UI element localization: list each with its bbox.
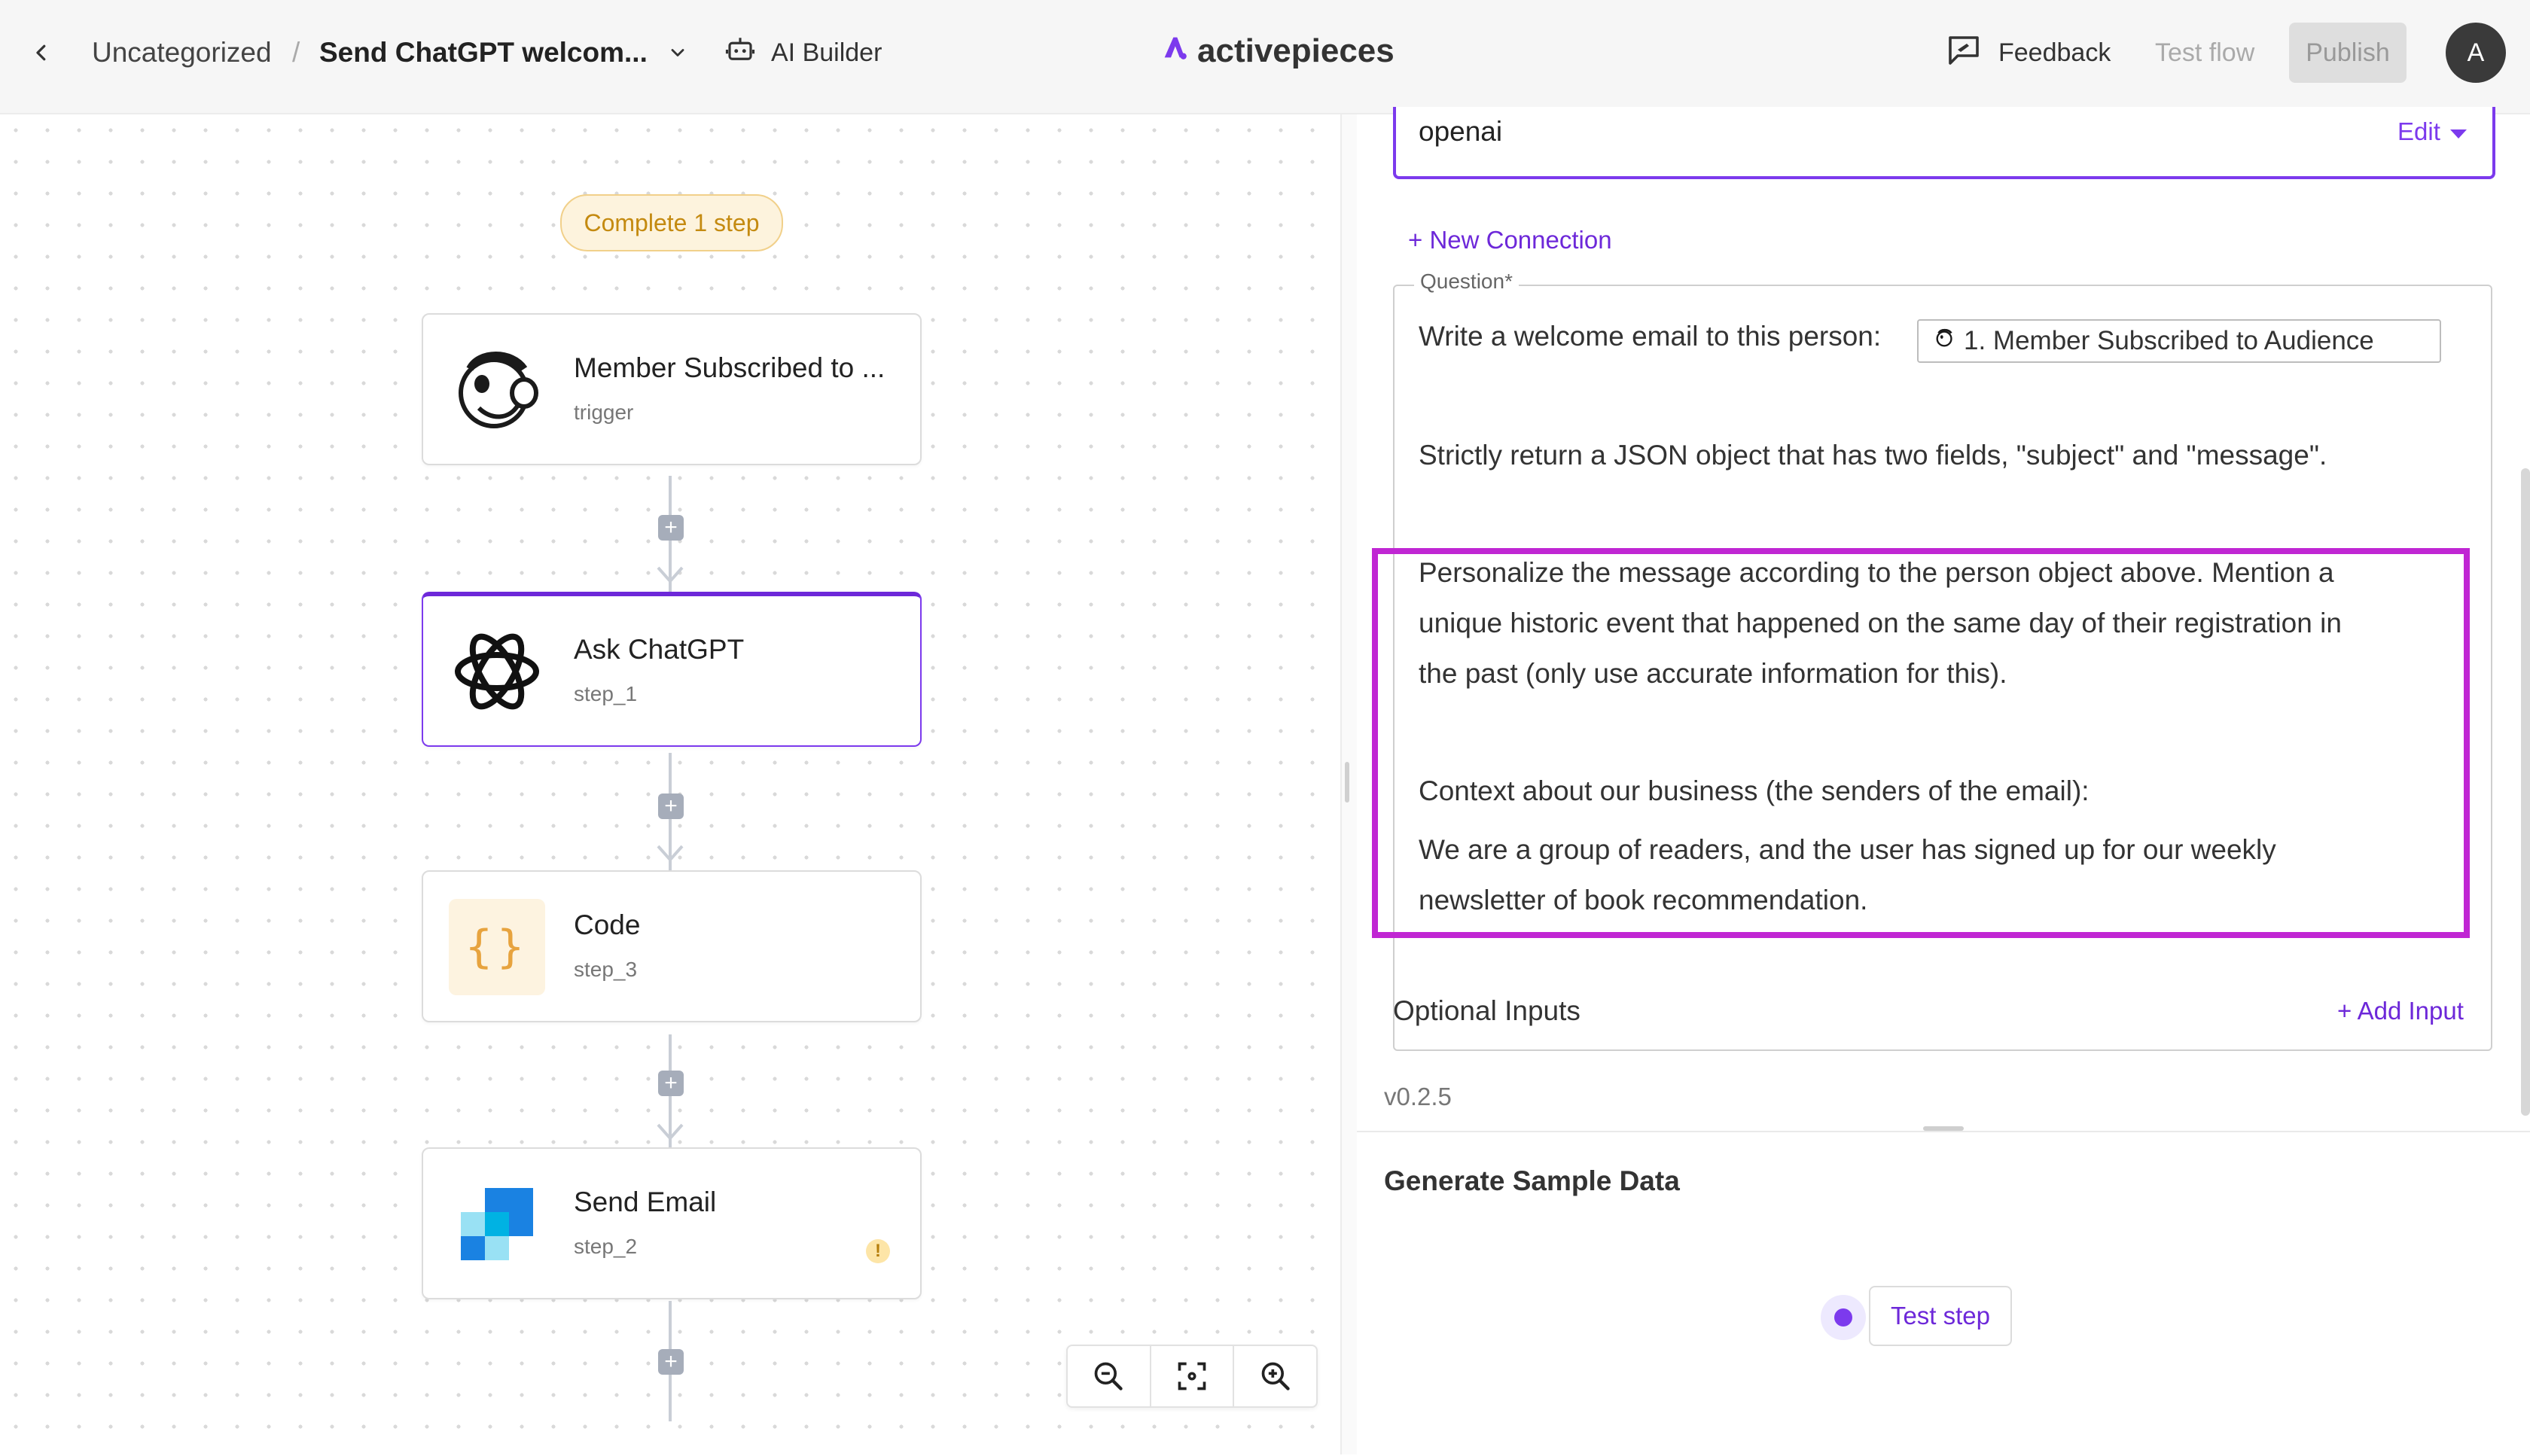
step-card-trigger[interactable]: Member Subscribed to ... trigger [422, 313, 922, 465]
connection-value: openai [1419, 116, 1503, 147]
resize-handle[interactable] [1345, 762, 1349, 803]
step-title: Member Subscribed to ... [574, 352, 886, 383]
sendgrid-icon [449, 1176, 545, 1272]
zoom-out-icon[interactable] [1068, 1346, 1151, 1406]
ai-builder-button[interactable]: AI Builder [724, 32, 882, 74]
test-flow-button[interactable]: Test flow [2155, 32, 2254, 74]
step-card-ask-chatgpt[interactable]: Ask ChatGPT step_1 [422, 592, 922, 747]
step-title: Code [574, 909, 641, 940]
question-text: Strictly return a JSON object that has t… [1419, 440, 2327, 471]
step-subtitle: step_3 [574, 958, 638, 981]
app-logo: activepieces [1160, 27, 1395, 75]
new-connection-button[interactable]: + New Connection [1408, 226, 1612, 254]
status-pill[interactable]: Complete 1 step [560, 194, 783, 251]
warning-icon: ! [866, 1239, 890, 1263]
edit-connection-button[interactable]: Edit [2397, 117, 2440, 146]
step-title: Send Email [574, 1186, 717, 1217]
add-step-button[interactable]: + [658, 1071, 684, 1096]
add-step-button[interactable]: + [658, 1349, 684, 1375]
step-card-code[interactable]: {} Code step_3 [422, 870, 922, 1022]
mailchimp-icon [449, 342, 545, 438]
logo-text: activepieces [1197, 32, 1395, 69]
scrollbar[interactable] [2521, 468, 2530, 1116]
feedback-icon [1946, 32, 1982, 75]
step-subtitle: trigger [574, 401, 634, 424]
add-input-button[interactable]: + Add Input [2337, 997, 2464, 1025]
connector-arrow-icon [657, 845, 684, 863]
test-step-button[interactable]: Test step [1869, 1286, 2012, 1346]
feedback-button[interactable]: Feedback [1946, 30, 2111, 75]
feedback-label: Feedback [1998, 38, 2111, 67]
flow-name[interactable]: Send ChatGPT welcom... [319, 32, 648, 74]
connection-select[interactable]: openai Edit [1393, 107, 2495, 179]
connector-arrow-icon [657, 1123, 684, 1141]
piece-version: v0.2.5 [1384, 1083, 1452, 1110]
add-step-button[interactable]: + [658, 515, 684, 541]
caret-down-icon[interactable] [2450, 129, 2467, 139]
step-subtitle: step_2 [574, 1235, 638, 1258]
activepieces-logo-icon [1160, 32, 1190, 71]
fit-view-icon[interactable] [1151, 1346, 1235, 1406]
question-label: Question* [1414, 270, 1519, 294]
variable-chip[interactable]: 1. Member Subscribed to Audience [1917, 319, 2441, 363]
code-braces-icon: {} [449, 899, 545, 995]
ai-builder-label: AI Builder [771, 38, 882, 67]
resize-handle[interactable] [1923, 1126, 1964, 1131]
mailchimp-icon [1934, 326, 1956, 356]
optional-inputs-label: Optional Inputs [1393, 995, 1580, 1026]
sample-data-section: Generate Sample Data Test step [1357, 1126, 2530, 1456]
chevron-left-icon[interactable] [23, 34, 60, 72]
breadcrumb-separator: / [292, 37, 300, 68]
step-title: Ask ChatGPT [574, 634, 745, 665]
avatar[interactable]: A [2446, 23, 2506, 83]
panel-resizer[interactable] [1340, 114, 1358, 1454]
variable-chip-label: 1. Member Subscribed to Audience [1964, 326, 2374, 355]
flow-canvas[interactable]: Complete 1 step Member Subscribed to ...… [0, 114, 1340, 1454]
step-subtitle: step_1 [574, 682, 638, 705]
openai-icon [449, 623, 545, 720]
add-step-button[interactable]: + [658, 793, 684, 819]
status-dot-icon [1821, 1295, 1866, 1340]
zoom-controls [1066, 1345, 1318, 1408]
connector-arrow-icon [657, 566, 684, 584]
chevron-down-icon[interactable] [661, 36, 694, 69]
highlight-annotation [1372, 548, 2470, 938]
robot-icon [724, 34, 756, 72]
top-bar: Uncategorized / Send ChatGPT welcom... A… [0, 0, 2530, 114]
step-card-send-email[interactable]: Send Email step_2 ! [422, 1147, 922, 1299]
step-settings-panel: openai Edit + New Connection Question* W… [1357, 107, 2530, 1456]
zoom-in-icon[interactable] [1234, 1346, 1316, 1406]
breadcrumb-folder[interactable]: Uncategorized [92, 32, 272, 74]
sample-data-title: Generate Sample Data [1384, 1165, 1680, 1196]
question-text: Write a welcome email to this person: [1419, 321, 1882, 352]
publish-button[interactable]: Publish [2289, 23, 2407, 83]
